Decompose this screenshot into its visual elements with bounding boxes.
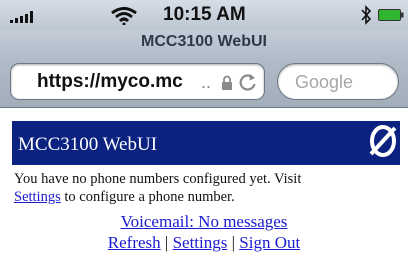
page-banner: MCC3100 WebUI <box>12 121 400 165</box>
bluetooth-icon <box>361 5 372 25</box>
browser-title-bar: MCC3100 WebUI <box>0 30 408 56</box>
message-text-after: to configure a phone number. <box>64 189 235 205</box>
signal-icon <box>10 11 34 23</box>
url-text: https://myco.mc <box>37 71 183 92</box>
status-bar: 10:15 AM <box>0 0 408 30</box>
voicemail-row: Voicemail: No messages <box>0 212 408 232</box>
search-field[interactable]: Google <box>277 63 399 100</box>
refresh-link[interactable]: Refresh <box>108 233 161 252</box>
nav-separator: | <box>164 233 169 252</box>
brand-logo-icon <box>369 125 397 157</box>
message-text-before: You have no phone numbers configured yet… <box>14 171 302 187</box>
settings-link[interactable]: Settings <box>173 233 228 252</box>
nav-links: Refresh | Settings | Sign Out <box>0 232 408 254</box>
status-time: 10:15 AM <box>163 4 246 25</box>
settings-link-inline[interactable]: Settings <box>14 189 61 205</box>
reload-icon[interactable] <box>238 72 258 92</box>
sign-out-link[interactable]: Sign Out <box>239 233 300 252</box>
no-numbers-message: You have no phone numbers configured yet… <box>14 170 400 206</box>
search-placeholder: Google <box>295 72 354 92</box>
browser-page-title: MCC3100 WebUI <box>141 33 267 50</box>
voicemail-link[interactable]: Voicemail: No messages <box>121 212 288 231</box>
wifi-icon <box>111 7 137 25</box>
url-ellipsis: .. <box>201 72 212 92</box>
lock-icon <box>222 75 232 90</box>
nav-separator: | <box>231 233 236 252</box>
battery-icon <box>378 9 404 21</box>
address-bar: https://myco.mc .. Google <box>0 56 408 108</box>
url-field[interactable]: https://myco.mc .. <box>10 63 265 100</box>
banner-title: MCC3100 WebUI <box>18 134 158 155</box>
